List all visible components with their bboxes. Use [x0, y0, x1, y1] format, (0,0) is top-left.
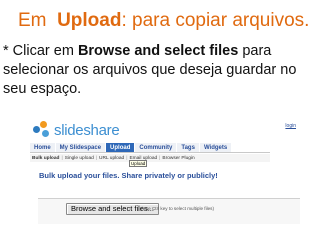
- login-link[interactable]: login: [285, 123, 296, 129]
- body-bold: Browse and select files: [77, 43, 239, 59]
- upload-panel: Browse and select files... (Use Ctrl key…: [38, 198, 300, 224]
- body-before: * Clicar em: [3, 43, 78, 59]
- logo-text: slideshare: [54, 121, 120, 139]
- upload-subnav: Bulk upload | Single upload | URL upload…: [30, 154, 270, 162]
- tab-upload[interactable]: Upload: [106, 143, 136, 152]
- upload-tooltip: Upload: [129, 160, 148, 167]
- subnav-url-upload[interactable]: URL upload: [97, 156, 126, 161]
- embedded-screenshot: slideshare login Home My Slidespace Uplo…: [30, 116, 300, 228]
- tab-tags[interactable]: Tags: [177, 143, 200, 152]
- subnav-single-upload[interactable]: Single upload: [63, 156, 96, 161]
- tab-my-slidespace[interactable]: My Slidespace: [55, 143, 107, 152]
- bulk-upload-heading: Bulk upload your files. Share privately …: [39, 171, 218, 180]
- tab-community[interactable]: Community: [135, 143, 178, 152]
- subnav-browser-plugin[interactable]: Browser Plugin: [160, 156, 196, 161]
- tab-home[interactable]: Home: [30, 143, 56, 152]
- title-bold: Upload: [57, 10, 122, 31]
- slide-body: * Clicar em Browse and select files para…: [3, 42, 317, 99]
- slideshare-logo-icon: [32, 120, 52, 140]
- main-nav: Home My Slidespace Upload Community Tags…: [30, 143, 270, 153]
- subnav-bulk-upload[interactable]: Bulk upload: [30, 156, 61, 161]
- slideshare-logo[interactable]: slideshare: [32, 120, 120, 140]
- tab-widgets[interactable]: Widgets: [199, 143, 233, 152]
- title-prefix: Em: [18, 10, 47, 31]
- multi-select-hint: (Use Ctrl key to select multiple files): [141, 206, 215, 211]
- title-suffix: : para copiar arquivos.: [121, 10, 310, 31]
- slide-title: Em Upload: para copiar arquivos.: [18, 10, 309, 32]
